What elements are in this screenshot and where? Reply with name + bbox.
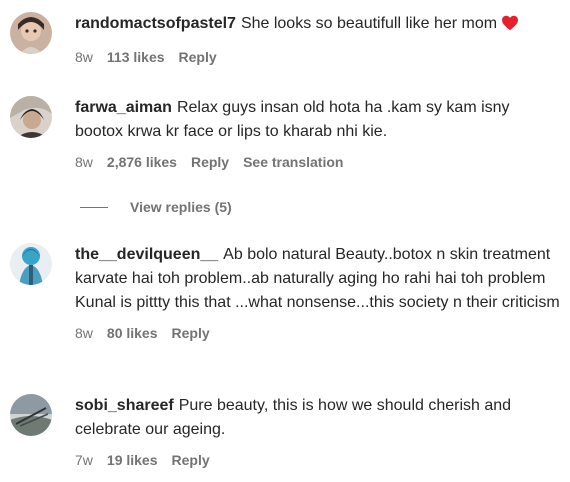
comment-body: sobi_shareef Pure beauty, this is how we … (75, 394, 560, 469)
see-translation-button[interactable]: See translation (243, 153, 343, 171)
likes-count[interactable]: 113 likes (107, 48, 165, 66)
view-replies-button[interactable]: View replies (5) (80, 197, 232, 217)
comment-text-line: sobi_shareef Pure beauty, this is how we … (75, 394, 560, 442)
reply-button[interactable]: Reply (172, 324, 210, 342)
username[interactable]: farwa_aiman (75, 99, 172, 116)
avatar-image (10, 12, 52, 54)
comment-body: the__devilqueen__ Ab bolo natural Beauty.… (75, 243, 560, 342)
username[interactable]: the__devilqueen__ (75, 246, 218, 263)
likes-count[interactable]: 80 likes (107, 324, 158, 342)
comment-body: farwa_aiman Relax guys insan old hota ha … (75, 96, 560, 171)
reply-button[interactable]: Reply (191, 153, 229, 171)
divider-line (80, 206, 108, 208)
avatar[interactable] (10, 96, 52, 138)
comment-text-line: the__devilqueen__ Ab bolo natural Beauty.… (75, 243, 560, 315)
avatar-image (10, 394, 52, 436)
comment-meta: 8w 113 likes Reply (75, 48, 560, 66)
heart-icon (501, 15, 519, 39)
comment-text: She looks so beautifull like her mom (240, 15, 498, 32)
avatar[interactable] (10, 394, 52, 436)
view-replies-label: View replies (5) (130, 199, 232, 215)
username[interactable]: randomactsofpastel7 (75, 15, 236, 32)
timestamp[interactable]: 8w (75, 48, 93, 66)
timestamp[interactable]: 8w (75, 153, 93, 171)
comment-body: randomactsofpastel7 She looks so beautifu… (75, 12, 560, 66)
comment-text-line: farwa_aiman Relax guys insan old hota ha … (75, 96, 560, 144)
timestamp[interactable]: 7w (75, 451, 93, 469)
likes-count[interactable]: 2,876 likes (107, 153, 177, 171)
avatar-image (10, 243, 52, 285)
avatar-image (10, 96, 52, 138)
comment-text-line: randomactsofpastel7 She looks so beautifu… (75, 12, 560, 39)
comment-meta: 7w 19 likes Reply (75, 451, 560, 469)
likes-count[interactable]: 19 likes (107, 451, 158, 469)
reply-button[interactable]: Reply (179, 48, 217, 66)
comment-meta: 8w 80 likes Reply (75, 324, 560, 342)
avatar[interactable] (10, 12, 52, 54)
username[interactable]: sobi_shareef (75, 397, 174, 414)
reply-button[interactable]: Reply (172, 451, 210, 469)
comment-meta: 8w 2,876 likes Reply See translation (75, 153, 560, 171)
avatar[interactable] (10, 243, 52, 285)
timestamp[interactable]: 8w (75, 324, 93, 342)
